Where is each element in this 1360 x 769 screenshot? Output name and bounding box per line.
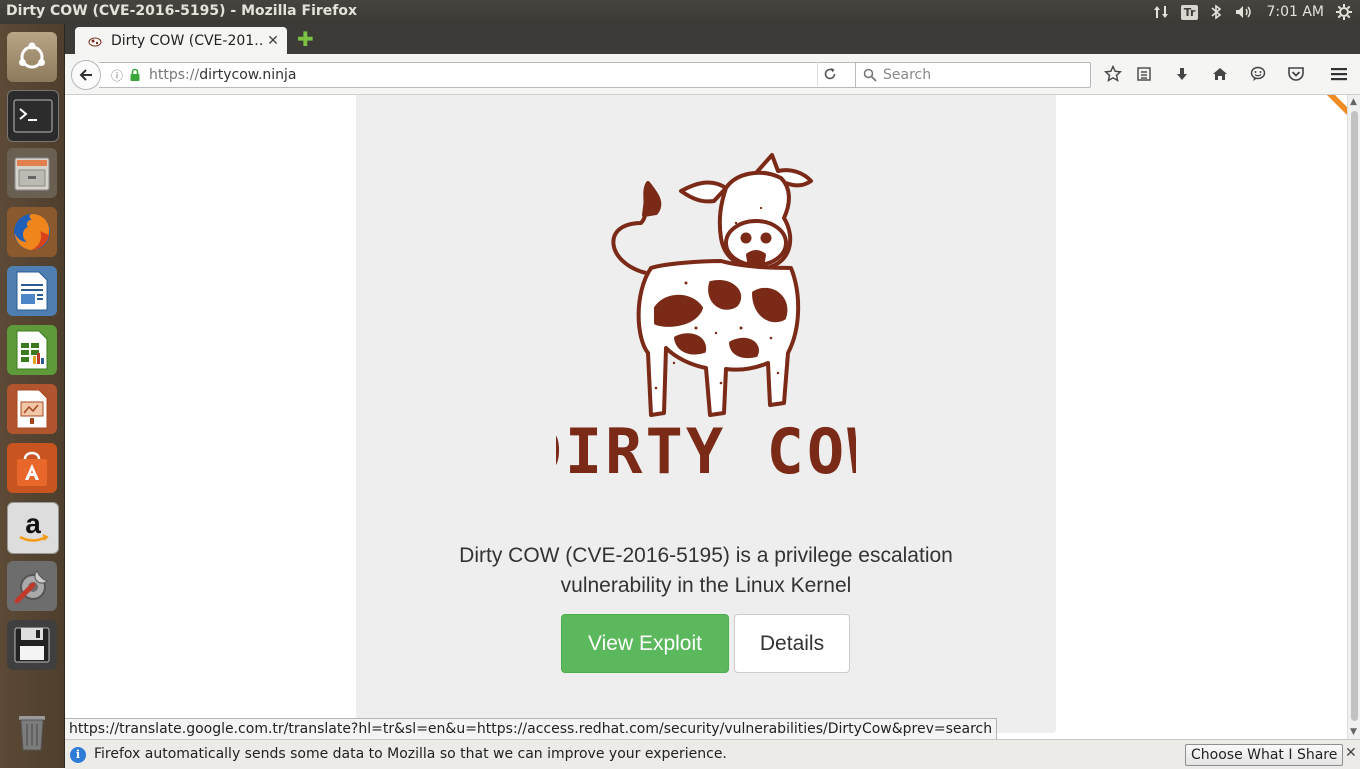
choose-what-i-share-button[interactable]: Choose What I Share <box>1185 744 1344 766</box>
network-updown-icon[interactable] <box>1153 0 1169 24</box>
impress-presentation-icon <box>16 389 48 429</box>
logo-wordmark: DIRTY COW <box>556 415 856 483</box>
volume-icon[interactable] <box>1234 0 1254 24</box>
notification-text: Firefox automatically sends some data to… <box>94 746 727 762</box>
status-link-url: https://translate.google.com.tr/translat… <box>65 718 998 741</box>
cow-favicon-icon <box>88 37 102 46</box>
window-title: Dirty COW (CVE-2016-5195) - Mozilla Fire… <box>6 3 358 19</box>
tab-title: Dirty COW (CVE-201… <box>111 32 263 49</box>
keyboard-layout-label: Tr <box>1180 4 1199 20</box>
dirty-cow-logo: DIRTY COW <box>556 153 856 483</box>
downloads-icon[interactable] <box>1172 64 1192 84</box>
session-gear-icon[interactable] <box>1336 0 1352 24</box>
home-icon[interactable] <box>1210 64 1230 84</box>
data-notification-bar: i Firefox automatically sends some data … <box>65 739 1360 769</box>
scroll-down-icon[interactable]: ▼ <box>1350 727 1357 737</box>
amazon-launcher[interactable]: a <box>7 502 59 554</box>
new-tab-icon[interactable]: ✚ <box>297 29 314 49</box>
software-center-launcher[interactable] <box>7 443 57 493</box>
search-placeholder: Search <box>883 67 932 83</box>
scroll-up-icon[interactable]: ▲ <box>1350 97 1357 107</box>
url-text[interactable]: https://dirtycow.ninja <box>149 67 296 83</box>
svg-text:a: a <box>25 508 41 539</box>
pocket-icon[interactable] <box>1286 64 1306 84</box>
system-tray: Tr 7:01 AM <box>1153 0 1352 24</box>
vertical-scrollbar[interactable]: ▲ ▼ <box>1347 95 1360 739</box>
hero-panel: DIRTY COW Dirty COW (CVE-2016-5195) is a… <box>356 95 1056 733</box>
corner-ribbon[interactable] <box>1327 95 1347 115</box>
view-exploit-button[interactable]: View Exploit <box>561 614 729 673</box>
file-cabinet-icon <box>14 157 50 191</box>
floppy-disk-icon <box>14 627 50 663</box>
hello-chat-icon[interactable] <box>1248 64 1268 84</box>
keyboard-layout-indicator[interactable]: Tr <box>1180 0 1199 24</box>
back-button[interactable] <box>71 60 101 90</box>
url-host: dirtycow.ninja <box>199 67 297 83</box>
calc-launcher[interactable] <box>7 325 57 375</box>
bookmark-star-icon[interactable] <box>1103 64 1123 84</box>
info-icon: i <box>70 747 86 763</box>
clock[interactable]: 7:01 AM <box>1266 0 1324 24</box>
top-panel: Dirty COW (CVE-2016-5195) - Mozilla Fire… <box>0 0 1360 24</box>
search-input[interactable]: Search <box>855 62 1091 88</box>
site-info-icon[interactable]: ⓘ <box>111 67 123 84</box>
shopping-bag-icon <box>17 451 47 486</box>
scroll-thumb[interactable] <box>1351 111 1358 721</box>
trash-launcher[interactable] <box>7 706 57 756</box>
details-button[interactable]: Details <box>734 614 850 673</box>
navigation-toolbar: ⓘ https://dirtycow.ninja Search <box>65 54 1360 95</box>
hero-line-1: Dirty COW (CVE-2016-5195) is a privilege… <box>459 544 953 567</box>
tab-bar: Dirty COW (CVE-201… ✕ ✚ <box>65 24 1360 54</box>
terminal-launcher[interactable] <box>7 90 59 142</box>
hero-line-2: vulnerability in the Linux Kernel <box>560 574 852 597</box>
files-launcher[interactable] <box>7 148 57 198</box>
ubuntu-logo-icon <box>19 42 45 69</box>
system-settings-launcher[interactable] <box>7 561 57 611</box>
reload-button[interactable] <box>817 62 842 86</box>
firefox-launcher[interactable] <box>7 207 57 257</box>
writer-document-icon <box>16 271 48 311</box>
lock-icon[interactable] <box>129 68 141 82</box>
calc-spreadsheet-icon <box>16 330 48 370</box>
amazon-icon: a <box>19 508 49 542</box>
back-arrow-icon <box>79 69 92 81</box>
close-notification-icon[interactable]: ✕ <box>1345 745 1357 761</box>
writer-launcher[interactable] <box>7 266 57 316</box>
hamburger-menu-icon[interactable] <box>1329 64 1349 84</box>
bookmarks-list-icon[interactable] <box>1134 64 1154 84</box>
url-protocol: https:// <box>149 67 200 83</box>
tab-dirty-cow[interactable]: Dirty COW (CVE-201… ✕ <box>75 27 287 54</box>
wrench-gear-icon <box>14 570 48 604</box>
close-tab-icon[interactable]: ✕ <box>263 33 283 49</box>
trash-icon <box>19 716 45 751</box>
hero-description: Dirty COW (CVE-2016-5195) is a privilege… <box>356 541 1056 601</box>
save-disk-launcher[interactable] <box>7 620 57 670</box>
unity-launcher: a <box>0 24 65 768</box>
terminal-icon <box>13 99 53 133</box>
ubuntu-dash-button[interactable] <box>7 32 57 82</box>
bluetooth-icon[interactable] <box>1210 0 1222 24</box>
impress-launcher[interactable] <box>7 384 57 434</box>
firefox-icon <box>14 214 50 250</box>
search-icon <box>863 68 877 82</box>
page-content: DIRTY COW Dirty COW (CVE-2016-5195) is a… <box>65 95 1347 739</box>
url-bar[interactable]: ⓘ https://dirtycow.ninja <box>99 62 872 88</box>
reload-icon <box>824 68 836 80</box>
